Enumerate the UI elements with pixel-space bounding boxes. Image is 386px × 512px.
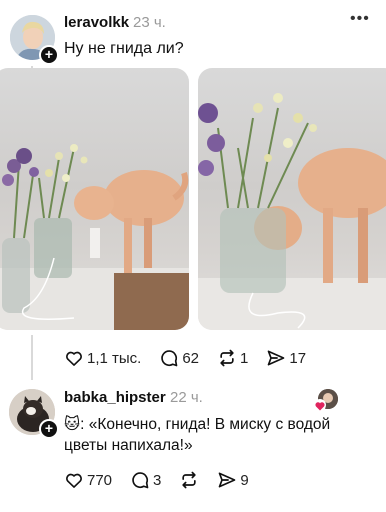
more-dots-icon[interactable]: ••• (350, 11, 372, 30)
photo-cat-flowers-2[interactable] (198, 68, 386, 330)
repost-arrows-icon (220, 349, 234, 367)
follow-plus-icon[interactable]: + (39, 419, 59, 439)
share-button[interactable]: 17 (266, 348, 306, 368)
send-arrow-icon (268, 350, 285, 366)
send-arrow-icon (219, 472, 236, 488)
share-count: 17 (289, 349, 307, 367)
photo-carousel[interactable] (0, 68, 386, 331)
heart-icon (315, 402, 325, 411)
post-actions: 1,1 тыс. 62 1 17 (64, 348, 324, 368)
photo-cat-flowers-1[interactable] (0, 68, 189, 330)
reply-time: 22 ч. (170, 389, 203, 406)
repost-arrows-icon (182, 471, 197, 489)
post-username[interactable]: leravolkk (64, 14, 129, 31)
comment-button[interactable]: 62 (159, 348, 199, 368)
like-button[interactable]: 770 (64, 470, 112, 490)
repost-button[interactable]: 1 (217, 348, 248, 368)
like-count: 1,1 тыс. (87, 349, 142, 367)
comment-button[interactable]: 3 (130, 470, 161, 490)
cat-flowers-image-2 (198, 93, 386, 330)
heart-icon (66, 351, 82, 366)
cat-emoji: 🐱 (64, 416, 81, 433)
thread-line (31, 335, 33, 380)
comment-count: 3 (153, 471, 162, 489)
liked-heart-icon (314, 399, 326, 411)
follow-plus-icon[interactable]: + (39, 45, 59, 65)
heart-icon (66, 473, 82, 488)
like-count: 770 (87, 471, 113, 489)
reply-text-body: : «Конечно, гнида! В миску с водой цветы… (64, 416, 331, 454)
share-button[interactable]: 9 (217, 470, 249, 490)
post-time: 23 ч. (133, 14, 166, 31)
like-button[interactable]: 1,1 тыс. (64, 348, 141, 368)
share-count: 9 (240, 471, 249, 489)
reply-username[interactable]: babka_hipster (64, 389, 166, 406)
speech-bubble-icon (161, 350, 178, 367)
speech-bubble-icon (132, 472, 149, 489)
reply-actions: 770 3 9 (64, 470, 267, 490)
cat-flowers-image (0, 144, 189, 330)
reply-text: 🐱: «Конечно, гнида! В миску с водой цвет… (64, 414, 364, 456)
repost-button[interactable] (179, 470, 199, 490)
post-text: Ну не гнида ли? (64, 40, 184, 57)
comment-count: 62 (182, 349, 200, 367)
repost-count: 1 (240, 349, 249, 367)
